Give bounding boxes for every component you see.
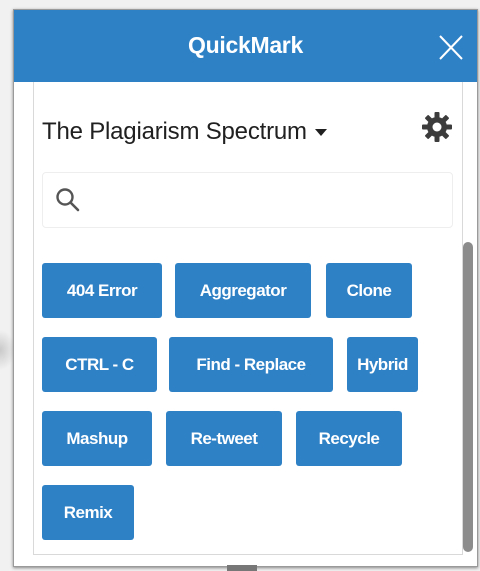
tag-button-ctrl-c[interactable]: CTRL - C (42, 337, 157, 392)
search-input[interactable] (91, 181, 445, 221)
quickmark-panel: QuickMark The Plagiarism Spectrum 404 Er… (13, 9, 478, 567)
tag-button-404-error[interactable]: 404 Error (42, 263, 162, 318)
scrollbar[interactable] (463, 242, 473, 552)
tag-button-mashup[interactable]: Mashup (42, 411, 152, 466)
gear-icon[interactable] (422, 112, 452, 142)
app-title: QuickMark (188, 32, 303, 58)
project-title: The Plagiarism Spectrum (42, 118, 307, 145)
header-bar: QuickMark (14, 10, 477, 82)
window-frame: QuickMark The Plagiarism Spectrum 404 Er… (0, 0, 480, 571)
project-selector[interactable]: The Plagiarism Spectrum (42, 115, 327, 149)
tag-button-re-tweet[interactable]: Re-tweet (166, 411, 282, 466)
close-icon[interactable] (437, 32, 465, 62)
caret-down-icon (314, 128, 327, 136)
bottom-handle (227, 565, 257, 571)
tag-button-clone[interactable]: Clone (326, 263, 412, 318)
search-icon (55, 187, 81, 213)
tag-button-remix[interactable]: Remix (42, 485, 134, 540)
tag-button-aggregator[interactable]: Aggregator (175, 263, 311, 318)
search-box[interactable] (42, 172, 453, 228)
tag-button-recycle[interactable]: Recycle (296, 411, 402, 466)
tag-button-hybrid[interactable]: Hybrid (347, 337, 418, 392)
tag-button-find-replace[interactable]: Find - Replace (169, 337, 333, 392)
